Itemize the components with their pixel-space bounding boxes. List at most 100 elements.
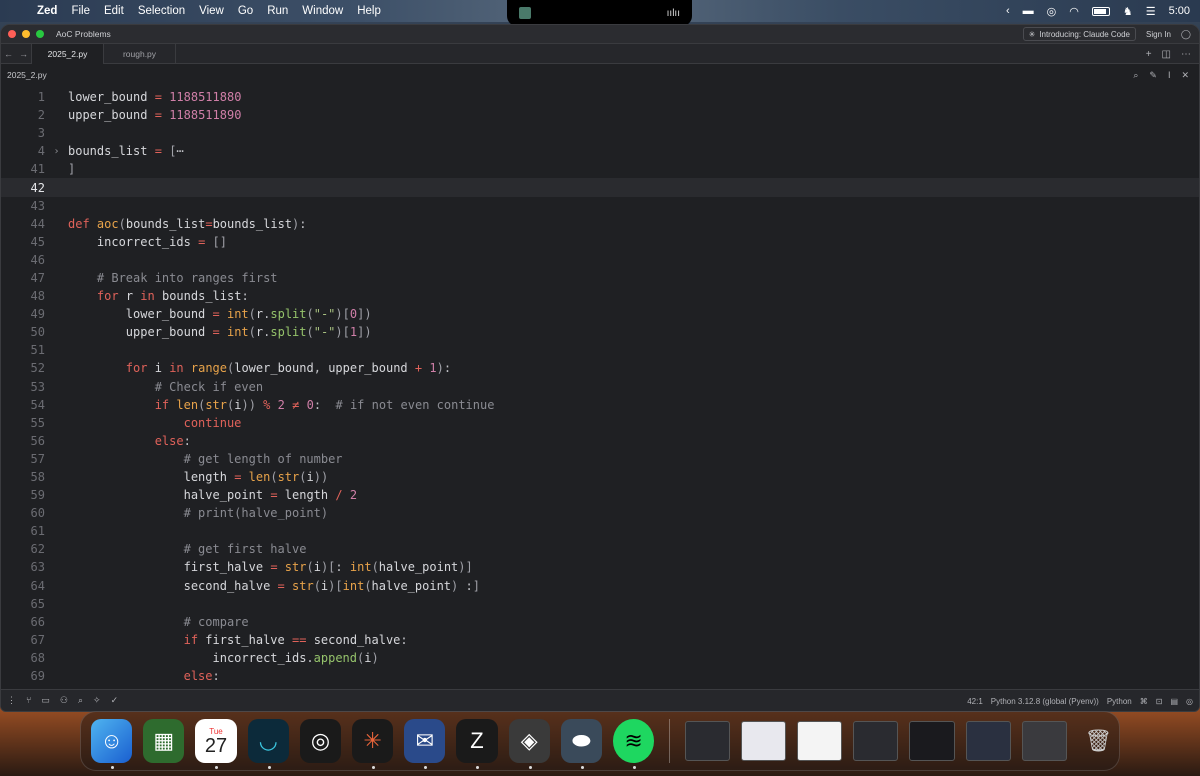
window-thumbnail[interactable]	[853, 721, 899, 761]
menu-edit[interactable]: Edit	[97, 5, 131, 17]
code-line[interactable]: 45 incorrect_ids = []	[1, 233, 1199, 251]
search-icon[interactable]: ⌕	[1133, 70, 1138, 81]
code-line[interactable]: 49 lower_bound = int(r.split("-")[0])	[1, 305, 1199, 323]
menu-view[interactable]: View	[192, 5, 231, 17]
menu-app-name[interactable]: Zed	[30, 5, 64, 17]
announcement-button[interactable]: ✳ Introducing: Claude Code	[1022, 27, 1137, 41]
finder-icon[interactable]: ☺	[91, 719, 133, 769]
code-line[interactable]: 69 else:	[1, 667, 1199, 685]
code-line[interactable]: 2 upper_bound = 1188511890	[1, 106, 1199, 124]
menu-file[interactable]: File	[64, 5, 97, 17]
code-line[interactable]: 42	[1, 178, 1199, 197]
control-center-icon[interactable]: ▬	[1023, 5, 1034, 17]
menu-window[interactable]: Window	[295, 5, 350, 17]
window-thumbnail[interactable]	[1021, 721, 1067, 761]
code-line[interactable]: 62 # get first halve	[1, 540, 1199, 558]
sign-in-button[interactable]: Sign In	[1142, 30, 1175, 39]
minecraft-icon[interactable]: ▦	[143, 719, 185, 763]
code-line[interactable]: 47 # Break into ranges first	[1, 269, 1199, 287]
zoom-icon[interactable]	[36, 30, 44, 38]
code-line[interactable]: 58 length = len(str(i))	[1, 468, 1199, 486]
mail-icon[interactable]: ✉	[404, 719, 446, 769]
close-icon[interactable]	[8, 30, 16, 38]
surfshark-icon[interactable]: ◡	[247, 719, 289, 769]
search-icon[interactable]: ⌕	[78, 695, 83, 706]
chevron-left-icon[interactable]: ‹	[1006, 5, 1010, 17]
forward-arrow-icon[interactable]: →	[16, 49, 31, 59]
fold-chevron-icon[interactable]: ›	[45, 146, 68, 157]
menu-help[interactable]: Help	[350, 5, 388, 17]
code-line[interactable]: 57 # get length of number	[1, 450, 1199, 468]
plus-icon[interactable]: +	[1146, 49, 1152, 60]
code-line[interactable]: 55 continue	[1, 414, 1199, 432]
code-line[interactable]: 1 lower_bound = 1188511880	[1, 88, 1199, 106]
menu-selection[interactable]: Selection	[131, 5, 192, 17]
code-line[interactable]: 52 for i in range(lower_bound, upper_bou…	[1, 359, 1199, 377]
text-cursor-icon[interactable]: I	[1168, 70, 1171, 80]
split-pane-icon[interactable]: ◫	[1162, 49, 1171, 60]
code-line[interactable]: 46	[1, 251, 1199, 269]
terminal-icon[interactable]: ▤	[1170, 697, 1178, 706]
panel-toggle-icon[interactable]: ⋮	[7, 695, 16, 706]
window-thumbnail[interactable]	[909, 721, 955, 761]
close-icon[interactable]: ✕	[1181, 70, 1189, 81]
tab-rough-py[interactable]: rough.py	[104, 43, 176, 64]
code-line[interactable]: 60 # print(halve_point)	[1, 504, 1199, 522]
toggle-icon[interactable]: ☰	[1146, 5, 1156, 18]
battery-icon[interactable]	[1091, 6, 1110, 16]
debug-icon[interactable]: ✧	[93, 695, 101, 706]
code-actions-icon[interactable]: ✎	[1149, 70, 1157, 81]
check-icon[interactable]: ✓	[111, 695, 119, 706]
trash-icon[interactable]: 🗑	[1078, 719, 1119, 763]
code-line[interactable]: 56 else:	[1, 432, 1199, 450]
avatar-icon[interactable]: ◯	[1181, 29, 1191, 40]
stocks-icon[interactable]: ⬬	[560, 719, 603, 769]
notification-icon[interactable]: ◎	[1186, 697, 1193, 706]
back-arrow-icon[interactable]: ←	[1, 49, 16, 59]
collab-icon[interactable]: ⚇	[60, 695, 68, 706]
code-line[interactable]: 59 halve_point = length / 2	[1, 486, 1199, 504]
code-line[interactable]: 44 def aoc(bounds_list=bounds_list):	[1, 215, 1199, 233]
git-branch-icon[interactable]: ⑂	[26, 695, 31, 706]
window-thumbnail[interactable]	[741, 721, 787, 761]
code-line[interactable]: 67 if first_halve == second_halve:	[1, 631, 1199, 649]
claude-icon[interactable]: ✳	[352, 719, 394, 769]
more-icon[interactable]: ⋯	[1181, 49, 1191, 60]
cursor-position[interactable]: 42:1	[967, 697, 983, 706]
parallels-icon[interactable]: ◈	[508, 719, 550, 769]
code-line[interactable]: 3	[1, 124, 1199, 142]
code-line[interactable]: 50 upper_bound = int(r.split("-")[1])	[1, 323, 1199, 341]
activity-thumbnail-icon[interactable]	[519, 7, 531, 19]
project-name[interactable]: AoC Problems	[56, 29, 111, 39]
zed-icon[interactable]: Z	[456, 719, 498, 769]
menu-run[interactable]: Run	[260, 5, 295, 17]
window-thumbnail[interactable]	[965, 721, 1011, 761]
code-line[interactable]: 65	[1, 595, 1199, 613]
code-line[interactable]: 54 if len(str(i)) % 2 ≠ 0: # if not even…	[1, 396, 1199, 414]
folder-icon[interactable]: ▭	[41, 695, 50, 706]
menu-go[interactable]: Go	[231, 5, 260, 17]
tab-2025-2-py[interactable]: 2025_2.py	[31, 43, 104, 64]
window-thumbnail[interactable]	[797, 721, 843, 761]
code-line[interactable]: 4 › bounds_list = [⋯	[1, 142, 1199, 160]
feedback-icon[interactable]: ⊡	[1156, 697, 1163, 706]
spotify-icon[interactable]: ≋	[613, 719, 655, 769]
code-editor[interactable]: 1 lower_bound = 1188511880 2 upper_bound = …	[1, 88, 1199, 691]
assistant-icon[interactable]: ⌘	[1140, 697, 1148, 706]
window-thumbnail[interactable]	[685, 721, 731, 761]
breadcrumb-file[interactable]: 2025_2.py	[7, 70, 47, 80]
code-line[interactable]: 41]	[1, 160, 1199, 178]
code-line[interactable]: 61	[1, 522, 1199, 540]
dog-icon[interactable]: ♞	[1123, 5, 1133, 18]
clock[interactable]: 5:00	[1169, 5, 1190, 17]
code-line[interactable]: 66 # compare	[1, 613, 1199, 631]
globe-icon[interactable]: ◎	[1047, 5, 1057, 18]
code-line[interactable]: 64 second_halve = str(i)[int(halve_point…	[1, 577, 1199, 595]
minimize-icon[interactable]	[22, 30, 30, 38]
code-line[interactable]: 53 # Check if even	[1, 378, 1199, 396]
code-line[interactable]: 51	[1, 341, 1199, 359]
language-selector[interactable]: Python	[1107, 697, 1132, 706]
code-line[interactable]: 68 incorrect_ids.append(i)	[1, 649, 1199, 667]
code-line[interactable]: 43	[1, 197, 1199, 215]
calendar-icon[interactable]: Tue 27	[195, 719, 237, 769]
